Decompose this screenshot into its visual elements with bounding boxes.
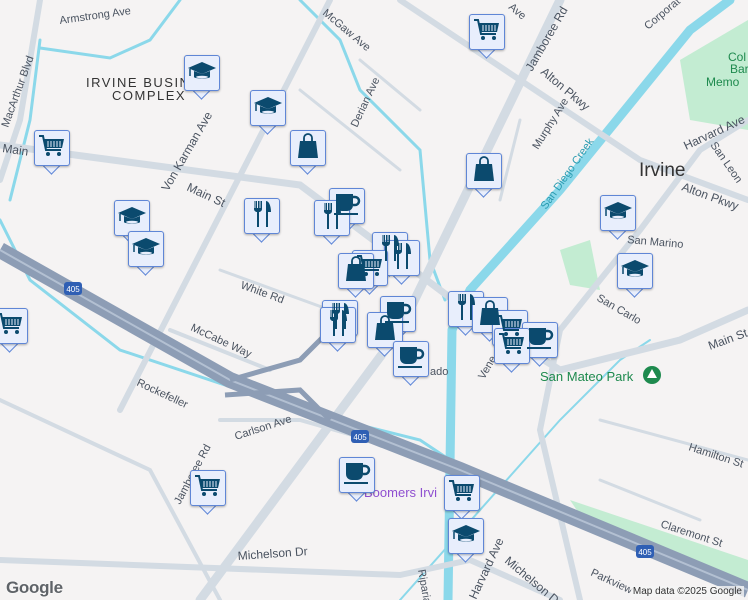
cart-icon: [194, 474, 222, 503]
map-marker-shopping-bag[interactable]: [290, 130, 326, 175]
map-marker-cart[interactable]: [0, 308, 28, 353]
marker-body: [466, 153, 502, 189]
graduation-cap-icon: [187, 60, 217, 87]
park-area: [560, 240, 600, 290]
freeway-i405: [0, 243, 748, 598]
graduation-cap-icon: [131, 236, 161, 263]
shield-label: 405: [66, 285, 80, 294]
coffee-icon: [343, 460, 371, 491]
shopping-bag-icon: [473, 155, 495, 187]
marker-body: [444, 475, 480, 511]
map-marker-graduation-cap[interactable]: [448, 518, 484, 563]
map-marker-cart[interactable]: [494, 328, 530, 373]
marker-body: [250, 90, 286, 126]
marker-body: [190, 470, 226, 506]
graduation-cap-icon: [253, 95, 283, 122]
restaurant-icon: [251, 200, 273, 233]
street-label: McGaw Ave: [320, 7, 373, 54]
map-marker-cart[interactable]: [469, 14, 505, 59]
street-label: Corporat: [642, 0, 682, 32]
park-label: Bar: [730, 62, 748, 76]
street-label: White Rd: [239, 280, 286, 307]
park-label[interactable]: San Mateo Park: [540, 369, 634, 384]
restaurant-icon: [321, 202, 343, 235]
restaurant-icon: [327, 309, 349, 342]
cart-icon: [38, 134, 66, 163]
map-marker-shopping-bag[interactable]: [466, 153, 502, 198]
street-label: Carlson Ave: [233, 413, 293, 443]
map-marker-cart[interactable]: [190, 470, 226, 515]
marker-body: [290, 130, 326, 166]
street-label: ado: [430, 366, 448, 378]
map-marker-graduation-cap[interactable]: [128, 231, 164, 276]
map-marker-graduation-cap[interactable]: [250, 90, 286, 135]
street-label: Riparia: [415, 568, 433, 600]
park-label: Memo: [706, 75, 740, 89]
map-marker-graduation-cap[interactable]: [184, 55, 220, 100]
cart-icon: [473, 18, 501, 47]
marker-body: [128, 231, 164, 267]
restaurant-icon: [391, 242, 413, 275]
map-marker-coffee[interactable]: [339, 457, 375, 502]
city-label: Irvine: [639, 160, 685, 181]
street-label: Rockefeller: [135, 377, 190, 411]
street-label: Michelson Dr: [237, 544, 308, 563]
graduation-cap-icon: [451, 523, 481, 550]
marker-body: [34, 130, 70, 166]
street-label: Parkview: [589, 567, 635, 597]
marker-body: [393, 341, 429, 377]
map-marker-restaurant[interactable]: [244, 198, 280, 243]
graduation-cap-icon: [620, 258, 650, 285]
marker-body: [494, 328, 530, 364]
street-label: Murphy Ave: [530, 96, 571, 151]
map-canvas[interactable]: 405 405 405 Armstrong Ave MacArthur Blvd…: [0, 0, 748, 600]
shield-label: 405: [353, 433, 367, 442]
shopping-bag-icon: [297, 132, 319, 164]
street-label: San Leon: [708, 140, 745, 185]
graduation-cap-icon: [603, 200, 633, 227]
street-label: Ave: [506, 1, 528, 22]
marker-body: [339, 457, 375, 493]
map-marker-cart[interactable]: [444, 475, 480, 520]
map-attribution[interactable]: Map data ©2025 Google: [630, 586, 744, 597]
cart-icon: [498, 332, 526, 361]
street-label: Hamilton St: [687, 441, 745, 470]
street-label: Von Karman Ave: [158, 109, 215, 194]
street-label: Main St: [706, 326, 748, 353]
shopping-bag-icon: [345, 255, 367, 287]
google-logo[interactable]: Google: [6, 578, 63, 598]
map-marker-graduation-cap[interactable]: [617, 253, 653, 298]
shield-label: 405: [638, 548, 652, 557]
street-label: Jamboree Rd: [522, 4, 570, 73]
water-label: San Diego Creek: [539, 136, 597, 212]
map-marker-cart[interactable]: [34, 130, 70, 175]
marker-body: [617, 253, 653, 289]
marker-body: [244, 198, 280, 234]
coffee-icon: [526, 325, 554, 356]
marker-body: [0, 308, 28, 344]
area-label: COMPLEX: [112, 88, 186, 103]
street-label: Derian Ave: [349, 76, 383, 130]
marker-body: [448, 518, 484, 554]
marker-body: [600, 195, 636, 231]
street-label: San Carlo: [595, 292, 643, 327]
marker-body: [469, 14, 505, 50]
street-label: Main St: [185, 180, 228, 210]
marker-body: [184, 55, 220, 91]
cart-icon: [0, 312, 24, 341]
cart-icon: [448, 479, 476, 508]
graduation-cap-icon: [117, 205, 147, 232]
map-marker-graduation-cap[interactable]: [600, 195, 636, 240]
coffee-icon: [397, 344, 425, 375]
street-label: Armstrong Ave: [59, 5, 132, 27]
map-marker-coffee[interactable]: [393, 341, 429, 386]
